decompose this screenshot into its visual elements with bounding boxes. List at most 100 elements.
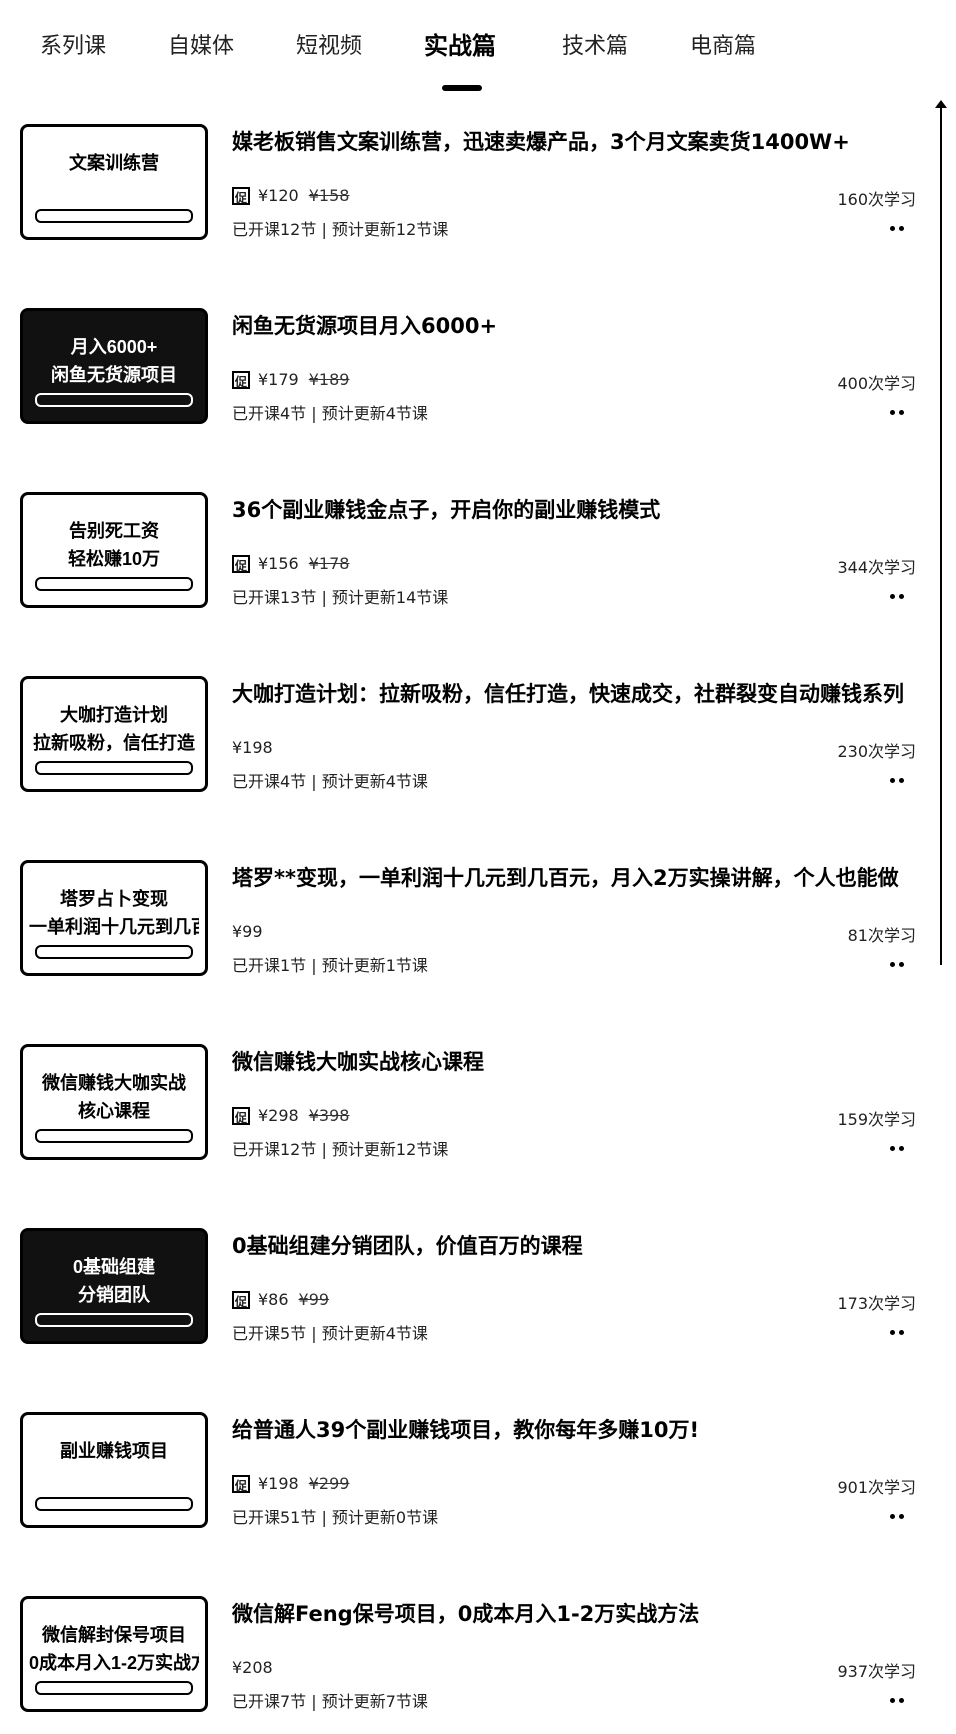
current-price: ¥156 [258,554,299,573]
original-price: ¥189 [308,370,350,389]
current-price: ¥99 [232,922,263,941]
thumbnail-banner [35,1681,193,1695]
thumbnail-subline: 一单利润十几元到几百元 [29,917,199,937]
more-options-icon[interactable] [888,1144,908,1152]
learner-count: 160次学习 [837,190,916,209]
lesson-progress: 已开课1节 | 预计更新1节课 [232,956,428,975]
course-item[interactable]: 塔罗占卜变现一单利润十几元到几百元塔罗**变现，一单利润十几元到几百元，月入2万… [0,846,920,986]
price-row: 促 ¥298 ¥398 [232,1106,349,1125]
thumbnail-subline: 轻松赚10万 [67,549,161,569]
thumbnail-banner [35,761,193,775]
thumbnail-headline: 大咖打造计划 [60,705,168,725]
more-options-icon[interactable] [888,224,908,232]
course-thumbnail[interactable]: 微信解封保号项目 0成本月入1-2万实战方法 [20,1596,208,1712]
current-price: ¥120 [258,186,299,205]
learner-count: 230次学习 [837,742,916,761]
course-title[interactable]: 微信解Feng保号项目，0成本月入1-2万实战方法 [232,1598,699,1628]
course-thumbnail[interactable]: 文案训练营 [20,124,208,240]
current-price: ¥198 [232,738,273,757]
price-row: 促 ¥120 ¥158 [232,186,349,205]
thumbnail-banner [35,945,193,959]
thumbnail-subline: 闲鱼无货源项目 [51,365,177,385]
course-title[interactable]: 微信赚钱大咖实战核心课程 [232,1046,484,1076]
course-thumbnail[interactable]: 微信赚钱大咖实战 核心课程 [20,1044,208,1160]
lesson-progress: 已开课51节 | 预计更新0节课 [232,1508,439,1527]
course-title[interactable]: 塔罗**变现，一单利润十几元到几百元，月入2万实操讲解，个人也能做 [232,862,899,892]
thumbnail-headline: 副业赚钱项目 [60,1441,168,1461]
more-options-icon[interactable] [888,592,908,600]
lesson-progress: 已开课4节 | 预计更新4节课 [232,772,428,791]
course-item[interactable]: 大咖打造计划 拉新吸粉，信任打造 大咖打造计划：拉新吸粉，信任打造，快速成交，社群裂… [0,662,920,802]
course-item[interactable]: 月入6000+ 闲鱼无货源项目 闲鱼无货源项目月入6000+ 促 ¥179 ¥189 400… [0,294,920,434]
tab-self-media[interactable]: 自媒体 [168,28,234,60]
original-price: ¥178 [308,554,350,573]
thumbnail-headline: 月入6000+ [70,337,158,357]
learner-count: 901次学习 [837,1478,916,1497]
scrollbar[interactable] [940,105,942,965]
category-tabs: 系列课 自媒体 短视频 实战篇 技术篇 电商篇 [0,0,956,100]
course-title[interactable]: 大咖打造计划：拉新吸粉，信任打造，快速成交，社群裂变自动赚钱系列 [232,678,904,708]
promo-badge-icon: 促 [232,1106,250,1125]
course-thumbnail[interactable]: 副业赚钱项目 [20,1412,208,1528]
course-title[interactable]: 0基础组建分销团队，价值百万的课程 [232,1230,583,1260]
course-thumbnail[interactable]: 月入6000+ 闲鱼无货源项目 [20,308,208,424]
current-price: ¥86 [258,1290,289,1309]
tab-ecommerce[interactable]: 电商篇 [690,28,756,60]
course-item[interactable]: 文案训练营 媒老板销售文案训练营，迅速卖爆产品，3个月文案卖货1400W+ 促 ¥12… [0,110,920,250]
learner-count: 937次学习 [837,1662,916,1681]
original-price: ¥99 [298,1290,330,1309]
original-price: ¥398 [308,1106,350,1125]
course-thumbnail[interactable]: 塔罗占卜变现一单利润十几元到几百元 [20,860,208,976]
thumbnail-headline: 微信赚钱大咖实战 [42,1073,186,1093]
learner-count: 81次学习 [847,926,916,945]
thumbnail-headline: 微信解封保号项目 [42,1625,186,1645]
thumbnail-subline: 0成本月入1-2万实战方法 [29,1653,199,1673]
thumbnail-headline: 塔罗占卜变现 [60,889,168,909]
thumbnail-headline: 告别死工资 [69,521,159,541]
current-price: ¥298 [258,1106,299,1125]
course-title[interactable]: 媒老板销售文案训练营，迅速卖爆产品，3个月文案卖货1400W+ [232,126,850,156]
lesson-progress: 已开课13节 | 预计更新14节课 [232,588,449,607]
promo-badge-icon: 促 [232,1474,250,1493]
thumbnail-subline: 拉新吸粉，信任打造 [33,733,195,753]
tab-series[interactable]: 系列课 [40,28,106,60]
price-row: 促 ¥179 ¥189 [232,370,349,389]
thumbnail-banner [35,1313,193,1327]
course-thumbnail[interactable]: 0基础组建 分销团队 [20,1228,208,1344]
thumbnail-subline: 分销团队 [78,1285,150,1305]
tab-short-video[interactable]: 短视频 [296,28,362,60]
thumbnail-banner [35,1497,193,1511]
course-item[interactable]: 副业赚钱项目 给普通人39个副业赚钱项目，教你每年多赚10万! 促 ¥198 ¥299 9… [0,1398,920,1538]
course-item[interactable]: 微信解封保号项目 0成本月入1-2万实战方法 微信解Feng保号项目，0成本月入1-… [0,1582,920,1722]
tab-practice[interactable]: 实战篇 [424,26,496,61]
tab-technology[interactable]: 技术篇 [562,28,628,60]
course-item[interactable]: 微信赚钱大咖实战 核心课程 微信赚钱大咖实战核心课程促 ¥298 ¥398 159次学习已… [0,1030,920,1170]
course-item[interactable]: 0基础组建 分销团队 0基础组建分销团队，价值百万的课程促 ¥86 ¥99 173次学习已… [0,1214,920,1354]
lesson-progress: 已开课12节 | 预计更新12节课 [232,1140,449,1159]
thumbnail-subline: 核心课程 [78,1101,150,1121]
learner-count: 344次学习 [837,558,916,577]
course-item[interactable]: 告别死工资轻松赚10万 36个副业赚钱金点子，开启你的副业赚钱模式促 ¥156 ¥17… [0,478,920,618]
course-title[interactable]: 闲鱼无货源项目月入6000+ [232,310,497,340]
more-options-icon[interactable] [888,1512,908,1520]
thumbnail-banner [35,393,193,407]
course-title[interactable]: 36个副业赚钱金点子，开启你的副业赚钱模式 [232,494,660,524]
course-title[interactable]: 给普通人39个副业赚钱项目，教你每年多赚10万! [232,1414,699,1444]
promo-badge-icon: 促 [232,554,250,573]
promo-badge-icon: 促 [232,370,250,389]
more-options-icon[interactable] [888,960,908,968]
learner-count: 159次学习 [837,1110,916,1129]
lesson-progress: 已开课7节 | 预计更新7节课 [232,1692,428,1711]
more-options-icon[interactable] [888,408,908,416]
more-options-icon[interactable] [888,776,908,784]
promo-badge-icon: 促 [232,1290,250,1309]
price-row: ¥99 [232,922,263,941]
more-options-icon[interactable] [888,1328,908,1336]
learner-count: 400次学习 [837,374,916,393]
more-options-icon[interactable] [888,1696,908,1704]
current-price: ¥179 [258,370,299,389]
current-price: ¥198 [258,1474,299,1493]
course-thumbnail[interactable]: 大咖打造计划拉新吸粉，信任打造 [20,676,208,792]
course-thumbnail[interactable]: 告别死工资轻松赚10万 [20,492,208,608]
original-price: ¥299 [308,1474,350,1493]
